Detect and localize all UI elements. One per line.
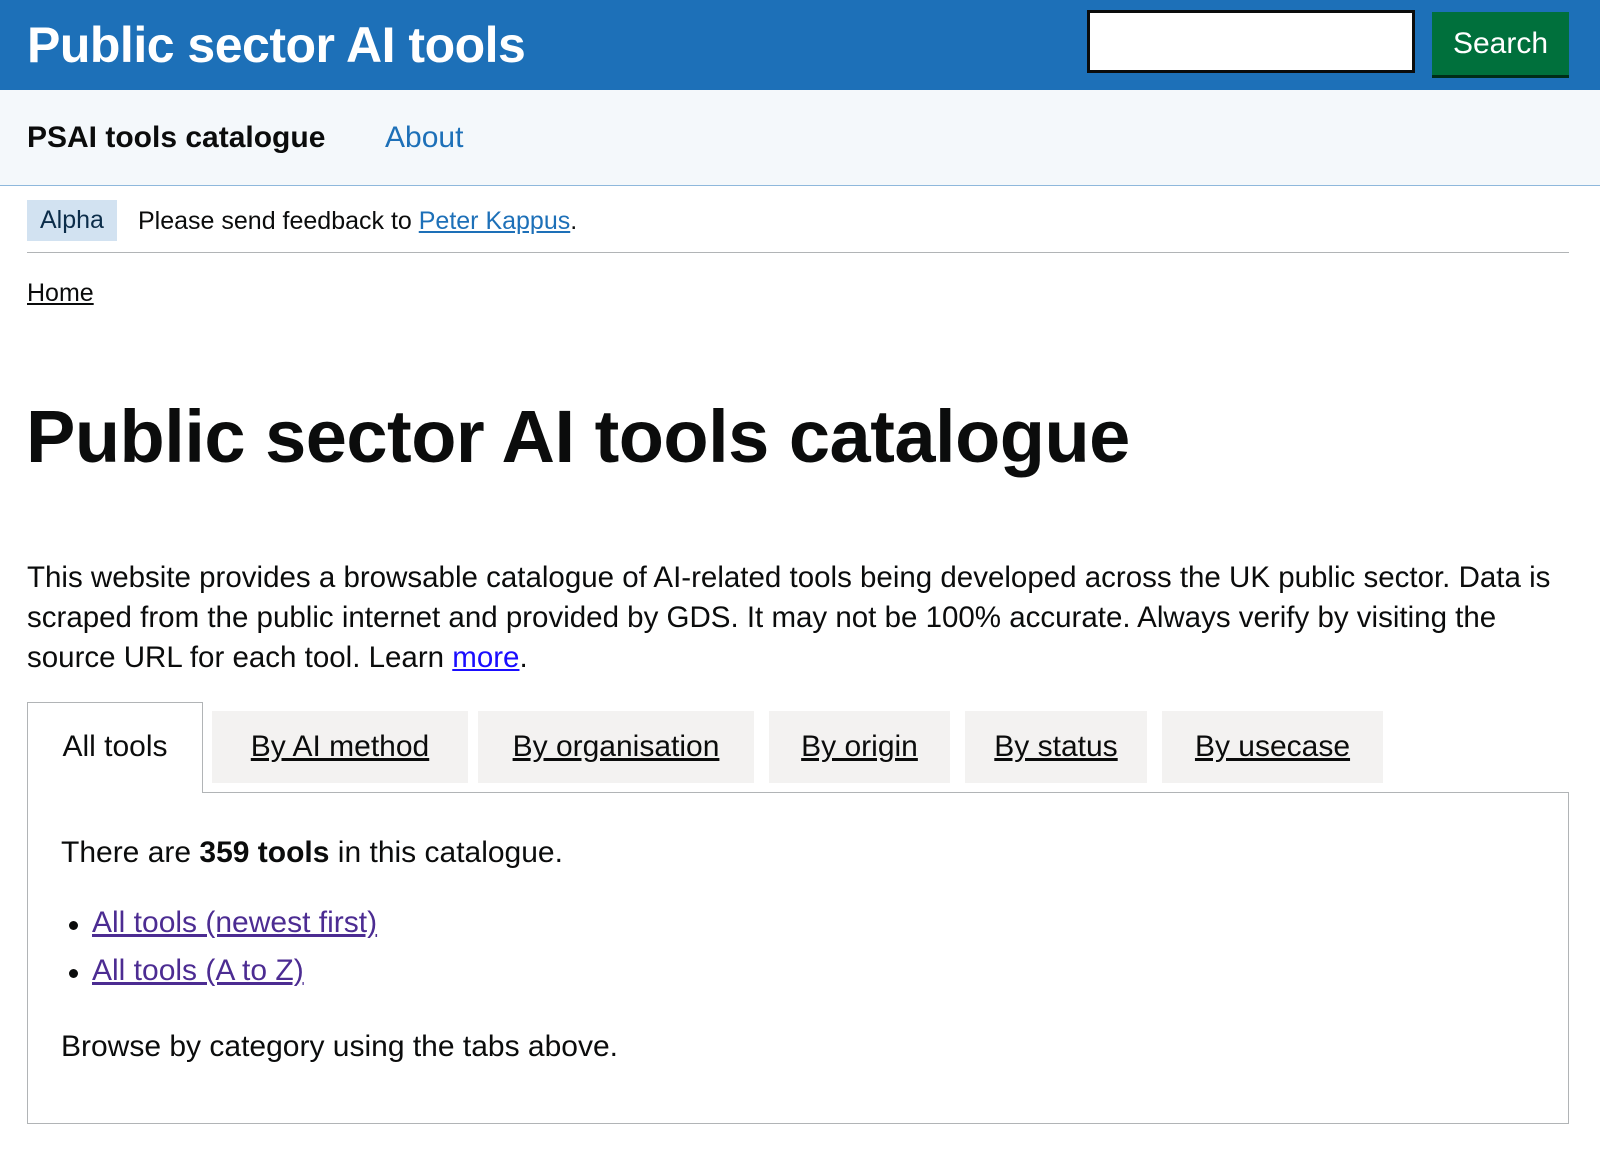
count-prefix: There are <box>61 836 200 869</box>
site-title[interactable]: Public sector AI tools <box>27 14 526 76</box>
feedback-text-before: Please send feedback to <box>138 207 419 235</box>
tab-by-organisation[interactable]: By organisation <box>478 711 754 783</box>
phase-tag: Alpha <box>27 200 117 241</box>
breadcrumb-home-link[interactable]: Home <box>27 278 94 308</box>
list-item: All tools (A to Z) <box>61 947 377 995</box>
tool-count-value: 359 tools <box>199 836 330 869</box>
tab-by-usecase[interactable]: By usecase <box>1162 711 1383 783</box>
intro-text: This website provides a browsable catalo… <box>27 561 1551 674</box>
search-button[interactable]: Search <box>1432 12 1569 75</box>
feedback-link[interactable]: Peter Kappus <box>419 207 571 235</box>
site-header: Public sector AI tools Search <box>0 0 1600 90</box>
tab-panel-all-tools: There are 359 tools in this catalogue. A… <box>27 792 1569 1124</box>
all-tools-newest-link[interactable]: All tools (newest first) <box>92 906 377 939</box>
all-tools-links: All tools (newest first) All tools (A to… <box>61 899 377 995</box>
tab-by-status[interactable]: By status <box>965 711 1147 783</box>
all-tools-a-to-z-link[interactable]: All tools (A to Z) <box>92 954 304 987</box>
learn-more-link[interactable]: more <box>452 641 519 674</box>
page-title: Public sector AI tools catalogue <box>26 395 1130 478</box>
phase-banner: Alpha Please send feedback to Peter Kapp… <box>27 186 1569 253</box>
feedback-text: Please send feedback to Peter Kappus. <box>138 204 577 238</box>
intro-end: . <box>519 641 528 674</box>
nav-about-link[interactable]: About <box>385 120 463 156</box>
list-item: All tools (newest first) <box>61 899 377 947</box>
service-navigation: PSAI tools catalogue About <box>0 90 1600 186</box>
tab-by-ai-method[interactable]: By AI method <box>212 711 468 783</box>
intro-paragraph: This website provides a browsable catalo… <box>27 558 1572 678</box>
tab-all-tools[interactable]: All tools <box>27 702 203 793</box>
service-name[interactable]: PSAI tools catalogue <box>27 120 325 156</box>
count-suffix: in this catalogue. <box>329 836 563 869</box>
tab-by-origin[interactable]: By origin <box>769 711 950 783</box>
tool-count-text: There are 359 tools in this catalogue. <box>61 833 563 873</box>
browse-instructions: Browse by category using the tabs above. <box>61 1030 618 1063</box>
search-input[interactable] <box>1087 10 1415 73</box>
feedback-text-after: . <box>570 207 578 235</box>
